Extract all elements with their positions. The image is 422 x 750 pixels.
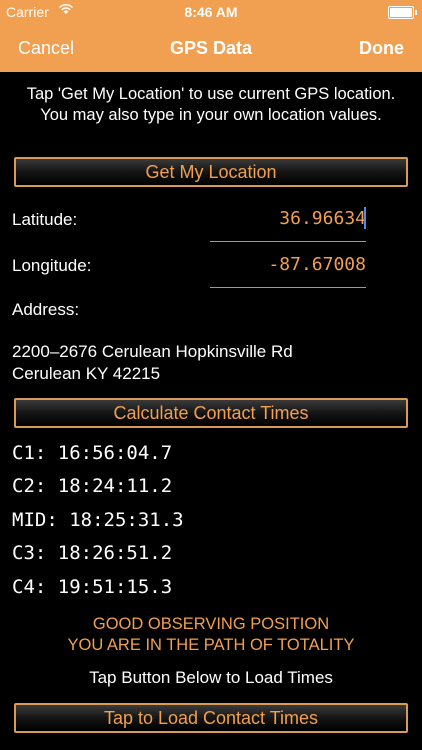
contact-time-mid: MID: 18:25:31.3 [12, 508, 184, 531]
longitude-label: Longitude: [12, 256, 92, 275]
longitude-field[interactable]: -87.67008 [268, 254, 366, 275]
latitude-underline [210, 241, 366, 242]
status-bar: Carrier 8:46 AM [0, 0, 422, 24]
done-button[interactable]: Done [359, 38, 404, 59]
status-line-2: YOU ARE IN THE PATH OF TOTALITY [67, 636, 355, 654]
battery-icon [388, 6, 417, 19]
longitude-underline [210, 287, 366, 288]
contact-time-c4: C4: 19:51:15.3 [12, 575, 173, 598]
load-instruction: Tap Button Below to Load Times [89, 668, 333, 687]
text-cursor [364, 207, 366, 229]
observing-status: GOOD OBSERVING POSITION YOU ARE IN THE P… [0, 614, 422, 656]
latitude-field[interactable]: 36.96634 [279, 208, 366, 229]
contact-time-c1: C1: 16:56:04.7 [12, 442, 173, 464]
address-text: 2200–2676 Cerulean Hopkinsville Rd Cerul… [12, 341, 293, 385]
contact-time-c3: C3: 18:26:51.2 [12, 542, 173, 565]
clock: 8:46 AM [184, 4, 238, 20]
get-location-button[interactable]: Get My Location [14, 157, 408, 187]
contact-times-list: C1: 16:56:04.7 C2: 18:24:11.2 MID: 18:25… [12, 442, 184, 609]
address-line-1: 2200–2676 Cerulean Hopkinsville Rd [12, 342, 293, 361]
intro-text: Tap 'Get My Location' to use current GPS… [26, 85, 396, 124]
contact-time-c2: C2: 18:24:11.2 [12, 475, 173, 498]
address-line-2: Cerulean KY 42215 [12, 364, 161, 383]
navigation-bar: Cancel GPS Data Done [0, 24, 422, 72]
address-label: Address: [12, 300, 80, 319]
calculate-contact-times-button[interactable]: Calculate Contact Times [14, 398, 408, 428]
latitude-label: Latitude: [12, 210, 78, 229]
status-line-1: GOOD OBSERVING POSITION [92, 615, 330, 633]
load-contact-times-button[interactable]: Tap to Load Contact Times [14, 703, 408, 733]
